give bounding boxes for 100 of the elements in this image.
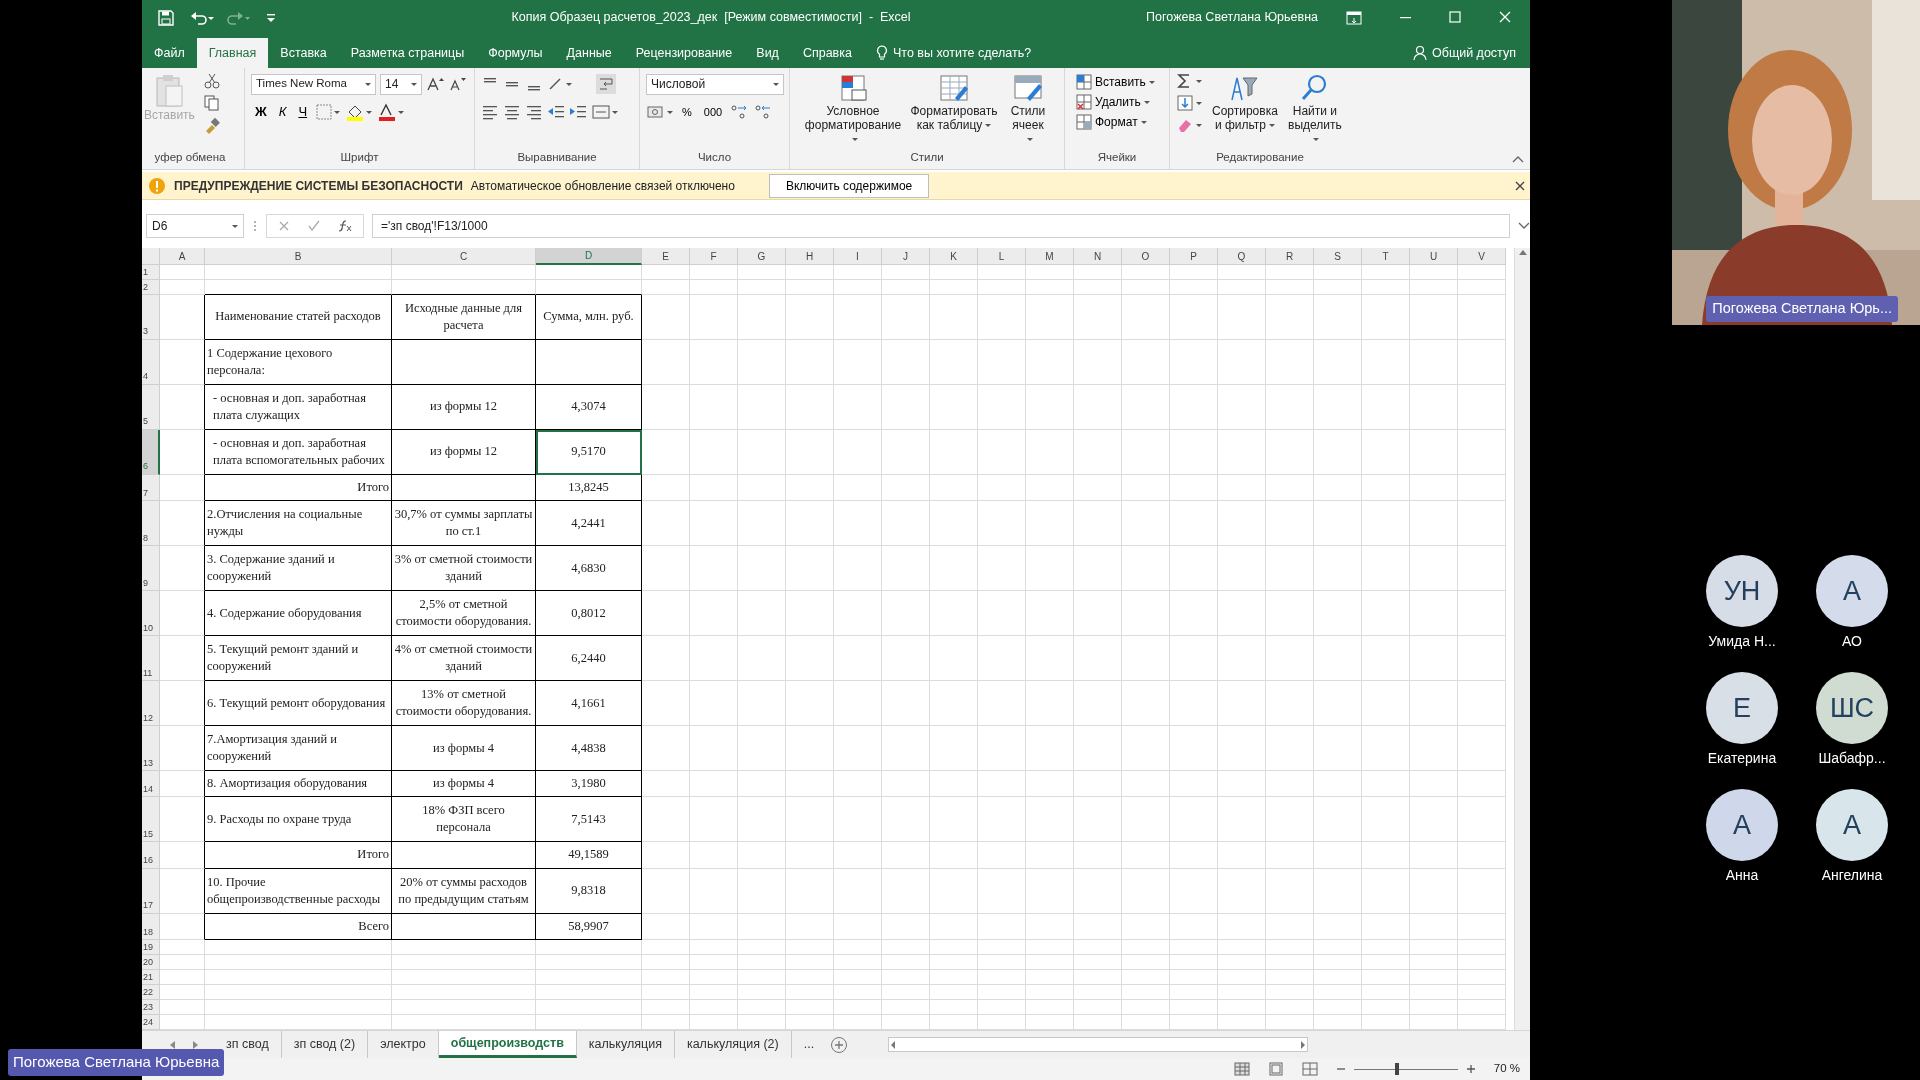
row-header[interactable]: 24 (142, 1015, 160, 1030)
column-header[interactable]: F (690, 248, 738, 265)
column-header[interactable]: I (834, 248, 882, 265)
column-header[interactable]: V (1458, 248, 1506, 265)
avatar[interactable]: ШС (1816, 672, 1888, 744)
menu-tab[interactable]: Файл (142, 38, 197, 68)
row-header[interactable]: 15 (142, 797, 160, 843)
page-break-icon[interactable] (1301, 1062, 1318, 1076)
column-header[interactable]: O (1122, 248, 1170, 265)
editing-button[interactable]: Найти и выделить (1285, 72, 1344, 149)
ribbon-display-icon[interactable] (1346, 10, 1362, 25)
search-field[interactable]: Что вы хотите сделать? (892, 43, 1032, 63)
wrap-text-icon[interactable] (595, 73, 617, 95)
row-header[interactable]: 9 (142, 546, 160, 592)
row-header[interactable]: 14 (142, 771, 160, 798)
column-header[interactable]: E (642, 248, 690, 265)
avatar[interactable]: Е (1706, 672, 1778, 744)
number-format-button[interactable]: % (678, 102, 696, 122)
normal-view-icon[interactable] (1233, 1062, 1250, 1076)
row-header[interactable]: 17 (142, 868, 160, 914)
row-header[interactable]: 22 (142, 985, 160, 1000)
editing-button[interactable]: Сортировка и фильтр (1210, 72, 1280, 149)
enable-content-button[interactable]: Включить содержимое (768, 173, 930, 198)
zoom-slider[interactable] (1395, 1062, 1400, 1075)
menu-tab[interactable]: Рецензирование (623, 38, 745, 68)
copy-icon[interactable] (202, 94, 221, 112)
column-header[interactable]: B (205, 248, 392, 265)
column-header[interactable]: N (1074, 248, 1122, 265)
menu-tab[interactable]: Данные (554, 38, 624, 68)
row-header[interactable]: 8 (142, 501, 160, 547)
avatar[interactable]: А (1706, 789, 1778, 861)
scroll-right-icon[interactable] (1299, 1039, 1308, 1050)
column-header[interactable]: R (1266, 248, 1314, 265)
avatar[interactable]: А (1816, 555, 1888, 627)
align-center-icon[interactable] (503, 103, 521, 121)
row-header[interactable]: 10 (142, 591, 160, 637)
menu-tab[interactable]: Главная (196, 38, 269, 68)
align-right-icon[interactable] (525, 103, 543, 121)
shrink-font-icon[interactable] (448, 75, 466, 93)
row-header[interactable]: 20 (142, 955, 160, 970)
column-header[interactable]: T (1362, 248, 1410, 265)
row-header[interactable]: 23 (142, 1000, 160, 1015)
row-header[interactable]: 19 (142, 940, 160, 955)
menu-tab[interactable]: Формулы (476, 38, 555, 68)
avatar[interactable]: УН (1706, 555, 1778, 627)
expand-icon[interactable] (1518, 222, 1530, 230)
sheet-tab[interactable]: общепроизводств (438, 1031, 577, 1058)
column-header[interactable]: A (160, 248, 205, 265)
column-header[interactable]: M (1026, 248, 1074, 265)
row-header[interactable]: 2 (142, 280, 160, 295)
styles-button[interactable]: Условное форматирование (804, 72, 902, 149)
row-header[interactable]: 4 (142, 339, 160, 385)
fill-icon[interactable] (1176, 94, 1204, 112)
formula-field[interactable]: ='зп свод'!F13/1000 (372, 214, 1510, 238)
column-header[interactable]: G (738, 248, 786, 265)
add-sheet-icon[interactable] (830, 1035, 849, 1054)
column-header[interactable]: Q (1218, 248, 1266, 265)
next-sheet-icon[interactable] (192, 1039, 200, 1050)
page-layout-icon[interactable] (1267, 1062, 1284, 1076)
currency-icon[interactable] (646, 103, 674, 121)
zoom-in-icon[interactable] (1465, 1064, 1476, 1074)
row-header[interactable]: 3 (142, 295, 160, 340)
collapse-ribbon-icon[interactable] (1512, 155, 1524, 163)
cells-button[interactable]: Формат (1071, 112, 1159, 132)
function-icon[interactable] (337, 219, 353, 233)
name-box[interactable]: D6 (146, 214, 244, 238)
avatar[interactable]: А (1816, 789, 1888, 861)
share-button[interactable]: Общий доступ (1432, 43, 1516, 63)
row-header[interactable]: 13 (142, 726, 160, 771)
vertical-scrollbar[interactable] (1514, 248, 1530, 1030)
font-color-icon[interactable] (377, 103, 406, 121)
format-button[interactable]: Ч (294, 102, 312, 122)
row-header[interactable]: 7 (142, 474, 160, 502)
close-icon[interactable] (1514, 179, 1526, 192)
column-header[interactable]: S (1314, 248, 1362, 265)
column-header[interactable]: D (536, 248, 642, 265)
fill-color-icon[interactable] (345, 103, 374, 121)
scroll-up-icon[interactable] (1517, 248, 1528, 256)
column-header[interactable]: H (786, 248, 834, 265)
row-header[interactable]: 1 (142, 265, 160, 280)
cells-button[interactable]: Вставить (1071, 72, 1159, 92)
grow-font-icon[interactable] (426, 75, 444, 93)
row-header[interactable]: 11 (142, 636, 160, 682)
column-header[interactable]: K (930, 248, 978, 265)
menu-tab[interactable]: Вставка (268, 38, 339, 68)
row-header[interactable]: 21 (142, 970, 160, 985)
format-button[interactable]: Ж (251, 102, 271, 122)
customize-icon[interactable] (266, 11, 276, 24)
number-format-button[interactable]: 000 (699, 102, 727, 122)
row-header[interactable]: 6 (142, 429, 160, 475)
save-icon[interactable] (158, 9, 174, 26)
scissors-icon[interactable] (202, 72, 221, 90)
undo-icon[interactable] (190, 9, 214, 26)
menu-tab[interactable]: Справка (790, 38, 864, 68)
zoom-level[interactable]: 70 % (1493, 1060, 1520, 1078)
styles-button[interactable]: Форматировать как таблицу (906, 72, 1002, 149)
row-header[interactable]: 5 (142, 384, 160, 430)
row-header[interactable]: 12 (142, 681, 160, 727)
font-dropdown[interactable]: Times New Roma (251, 73, 376, 95)
cells-button[interactable]: Удалить (1071, 92, 1159, 112)
